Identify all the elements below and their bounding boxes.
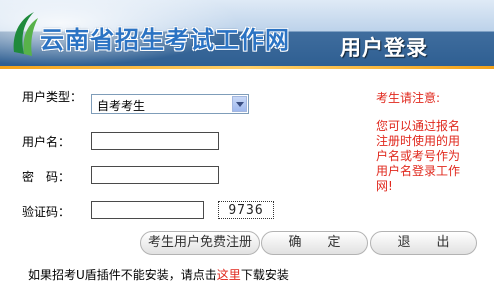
register-button[interactable]: 考生用户免费注册	[140, 231, 260, 255]
user-type-select[interactable]: 自考考生	[91, 94, 249, 114]
notice-text: 您可以通过报名注册时使用的用户名或考号作为用户名登录工作网!	[376, 119, 461, 193]
notice-heading: 考生请注意:	[376, 91, 441, 105]
password-input[interactable]	[91, 166, 219, 184]
confirm-button[interactable]: 确 定	[261, 231, 368, 255]
captcha-input[interactable]	[91, 201, 204, 219]
header-divider	[0, 66, 494, 69]
site-title: 云南省招生考试工作网	[40, 26, 290, 54]
login-page: 云南省招生考试工作网 用户登录 用户类型： 自考考生 用户名： 密 码： 验证码…	[0, 0, 494, 294]
swoosh-logo-icon	[13, 12, 38, 56]
password-label: 密 码：	[22, 170, 71, 184]
captcha-image[interactable]: 9736	[218, 201, 274, 219]
download-link[interactable]: 这里	[217, 268, 241, 282]
plugin-help-prefix: 如果招考U盾插件不能安装，请点击	[28, 268, 217, 282]
username-input[interactable]	[91, 132, 219, 150]
header-banner: 云南省招生考试工作网 用户登录	[0, 0, 494, 66]
exit-button[interactable]: 退 出	[370, 231, 477, 255]
plugin-help-text: 如果招考U盾插件不能安装，请点击这里下载安装	[28, 266, 289, 283]
user-type-label: 用户类型：	[22, 90, 83, 104]
user-type-value: 自考考生	[97, 99, 146, 113]
chevron-down-icon[interactable]	[232, 96, 247, 112]
page-subtitle: 用户登录	[340, 36, 428, 60]
captcha-label: 验证码：	[22, 205, 71, 219]
username-label: 用户名：	[22, 135, 71, 149]
plugin-help-suffix: 下载安装	[240, 268, 289, 282]
